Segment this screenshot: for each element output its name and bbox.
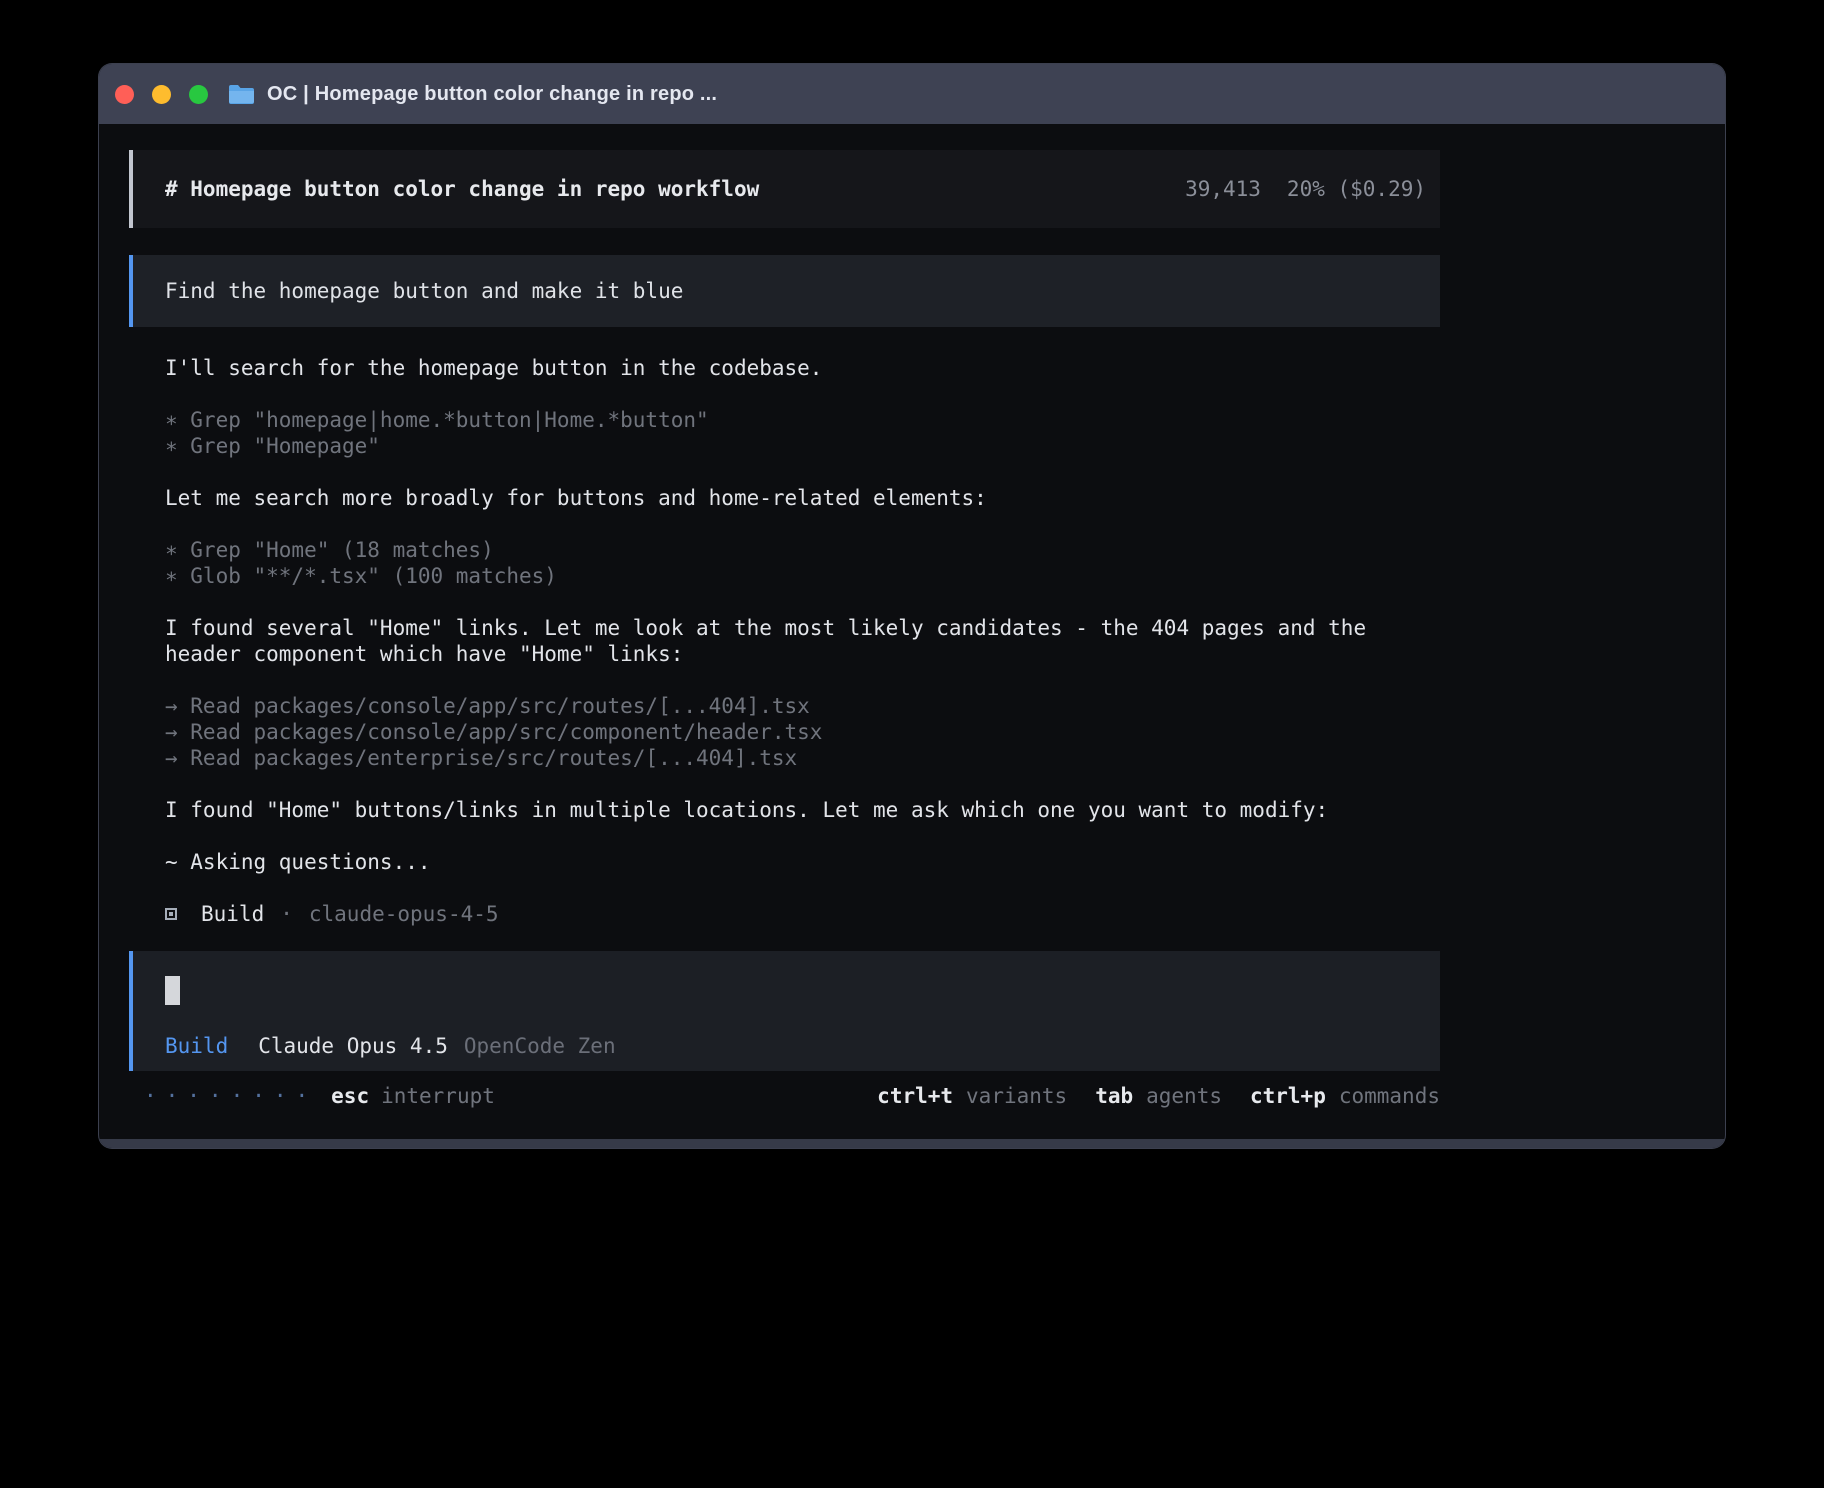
provider-label: OpenCode Zen (464, 1033, 616, 1059)
tool-call-group: → Read packages/console/app/src/routes/[… (165, 693, 1389, 771)
input-statusline: Build Claude Opus 4.5 OpenCode Zen (165, 1033, 1440, 1059)
tool-call-glob: ∗ Glob "**/*.tsx" (100 matches) (165, 563, 1389, 589)
traffic-lights (115, 85, 208, 104)
shortcut-key: tab (1095, 1083, 1133, 1109)
shortcut-agents: tab agents (1095, 1083, 1222, 1109)
spinner-dots-icon: ········ (144, 1083, 317, 1109)
shortcut-key: ctrl+t (877, 1083, 953, 1109)
tool-call-read: → Read packages/enterprise/src/routes/[.… (165, 745, 1389, 771)
tool-call-grep: ∗ Grep "Home" (18 matches) (165, 537, 1389, 563)
agent-mode-label[interactable]: Build (165, 1033, 228, 1059)
status-bar: ········ esc interrupt ctrl+t variants t… (129, 1083, 1440, 1109)
tool-call-grep: ∗ Grep "homepage|home.*button|Home.*butt… (165, 407, 1389, 433)
assistant-text: I found "Home" buttons/links in multiple… (165, 797, 1389, 823)
assistant-text: I found several "Home" links. Let me loo… (165, 615, 1389, 667)
user-message: Find the homepage button and make it blu… (129, 255, 1440, 327)
session-header: # Homepage button color change in repo w… (129, 150, 1440, 228)
shortcut-commands: ctrl+p commands (1250, 1083, 1440, 1109)
text-cursor (165, 976, 180, 1005)
esc-key-label: interrupt (381, 1083, 495, 1109)
agent-badge: Build · claude-opus-4-5 (165, 901, 1440, 927)
token-count: 39,413 (1185, 176, 1261, 202)
statusbar-right: ctrl+t variants tab agents ctrl+p comman… (877, 1083, 1440, 1109)
session-stats: 39,413 20% ($0.29) (1185, 176, 1426, 202)
minimize-button[interactable] (152, 85, 171, 104)
status-line: ~ Asking questions... (165, 849, 1389, 875)
model-label[interactable]: Claude Opus 4.5 (258, 1033, 448, 1059)
agent-separator: · (280, 901, 293, 927)
tool-call-group: ∗ Grep "homepage|home.*button|Home.*butt… (165, 407, 1389, 459)
titlebar[interactable]: OC | Homepage button color change in rep… (99, 64, 1725, 124)
assistant-text: Let me search more broadly for buttons a… (165, 485, 1389, 511)
close-button[interactable] (115, 85, 134, 104)
tool-call-grep: ∗ Grep "Homepage" (165, 433, 1389, 459)
shortcut-variants: ctrl+t variants (877, 1083, 1067, 1109)
shortcut-label: commands (1339, 1083, 1440, 1109)
esc-key-hint: esc (331, 1083, 369, 1109)
agent-model: claude-opus-4-5 (309, 901, 499, 927)
context-usage: 20% ($0.29) (1287, 176, 1426, 202)
prompt-input[interactable]: Build Claude Opus 4.5 OpenCode Zen (129, 951, 1440, 1071)
shortcut-label: variants (966, 1083, 1067, 1109)
tool-call-read: → Read packages/console/app/src/componen… (165, 719, 1389, 745)
user-message-text: Find the homepage button and make it blu… (165, 278, 683, 304)
assistant-text: I'll search for the homepage button in t… (165, 355, 1389, 381)
statusbar-left: ········ esc interrupt (144, 1083, 495, 1109)
folder-icon (228, 84, 255, 105)
agent-name: Build (201, 901, 264, 927)
window-title: OC | Homepage button color change in rep… (267, 83, 717, 106)
terminal-content: # Homepage button color change in repo w… (99, 124, 1440, 1109)
zoom-button[interactable] (189, 85, 208, 104)
agent-square-icon (165, 908, 177, 920)
tool-call-read: → Read packages/console/app/src/routes/[… (165, 693, 1389, 719)
shortcut-label: agents (1146, 1083, 1222, 1109)
terminal-window: OC | Homepage button color change in rep… (99, 64, 1725, 1148)
session-title: # Homepage button color change in repo w… (165, 176, 759, 202)
tool-call-group: ∗ Grep "Home" (18 matches) ∗ Glob "**/*.… (165, 537, 1389, 589)
shortcut-key: ctrl+p (1250, 1083, 1326, 1109)
